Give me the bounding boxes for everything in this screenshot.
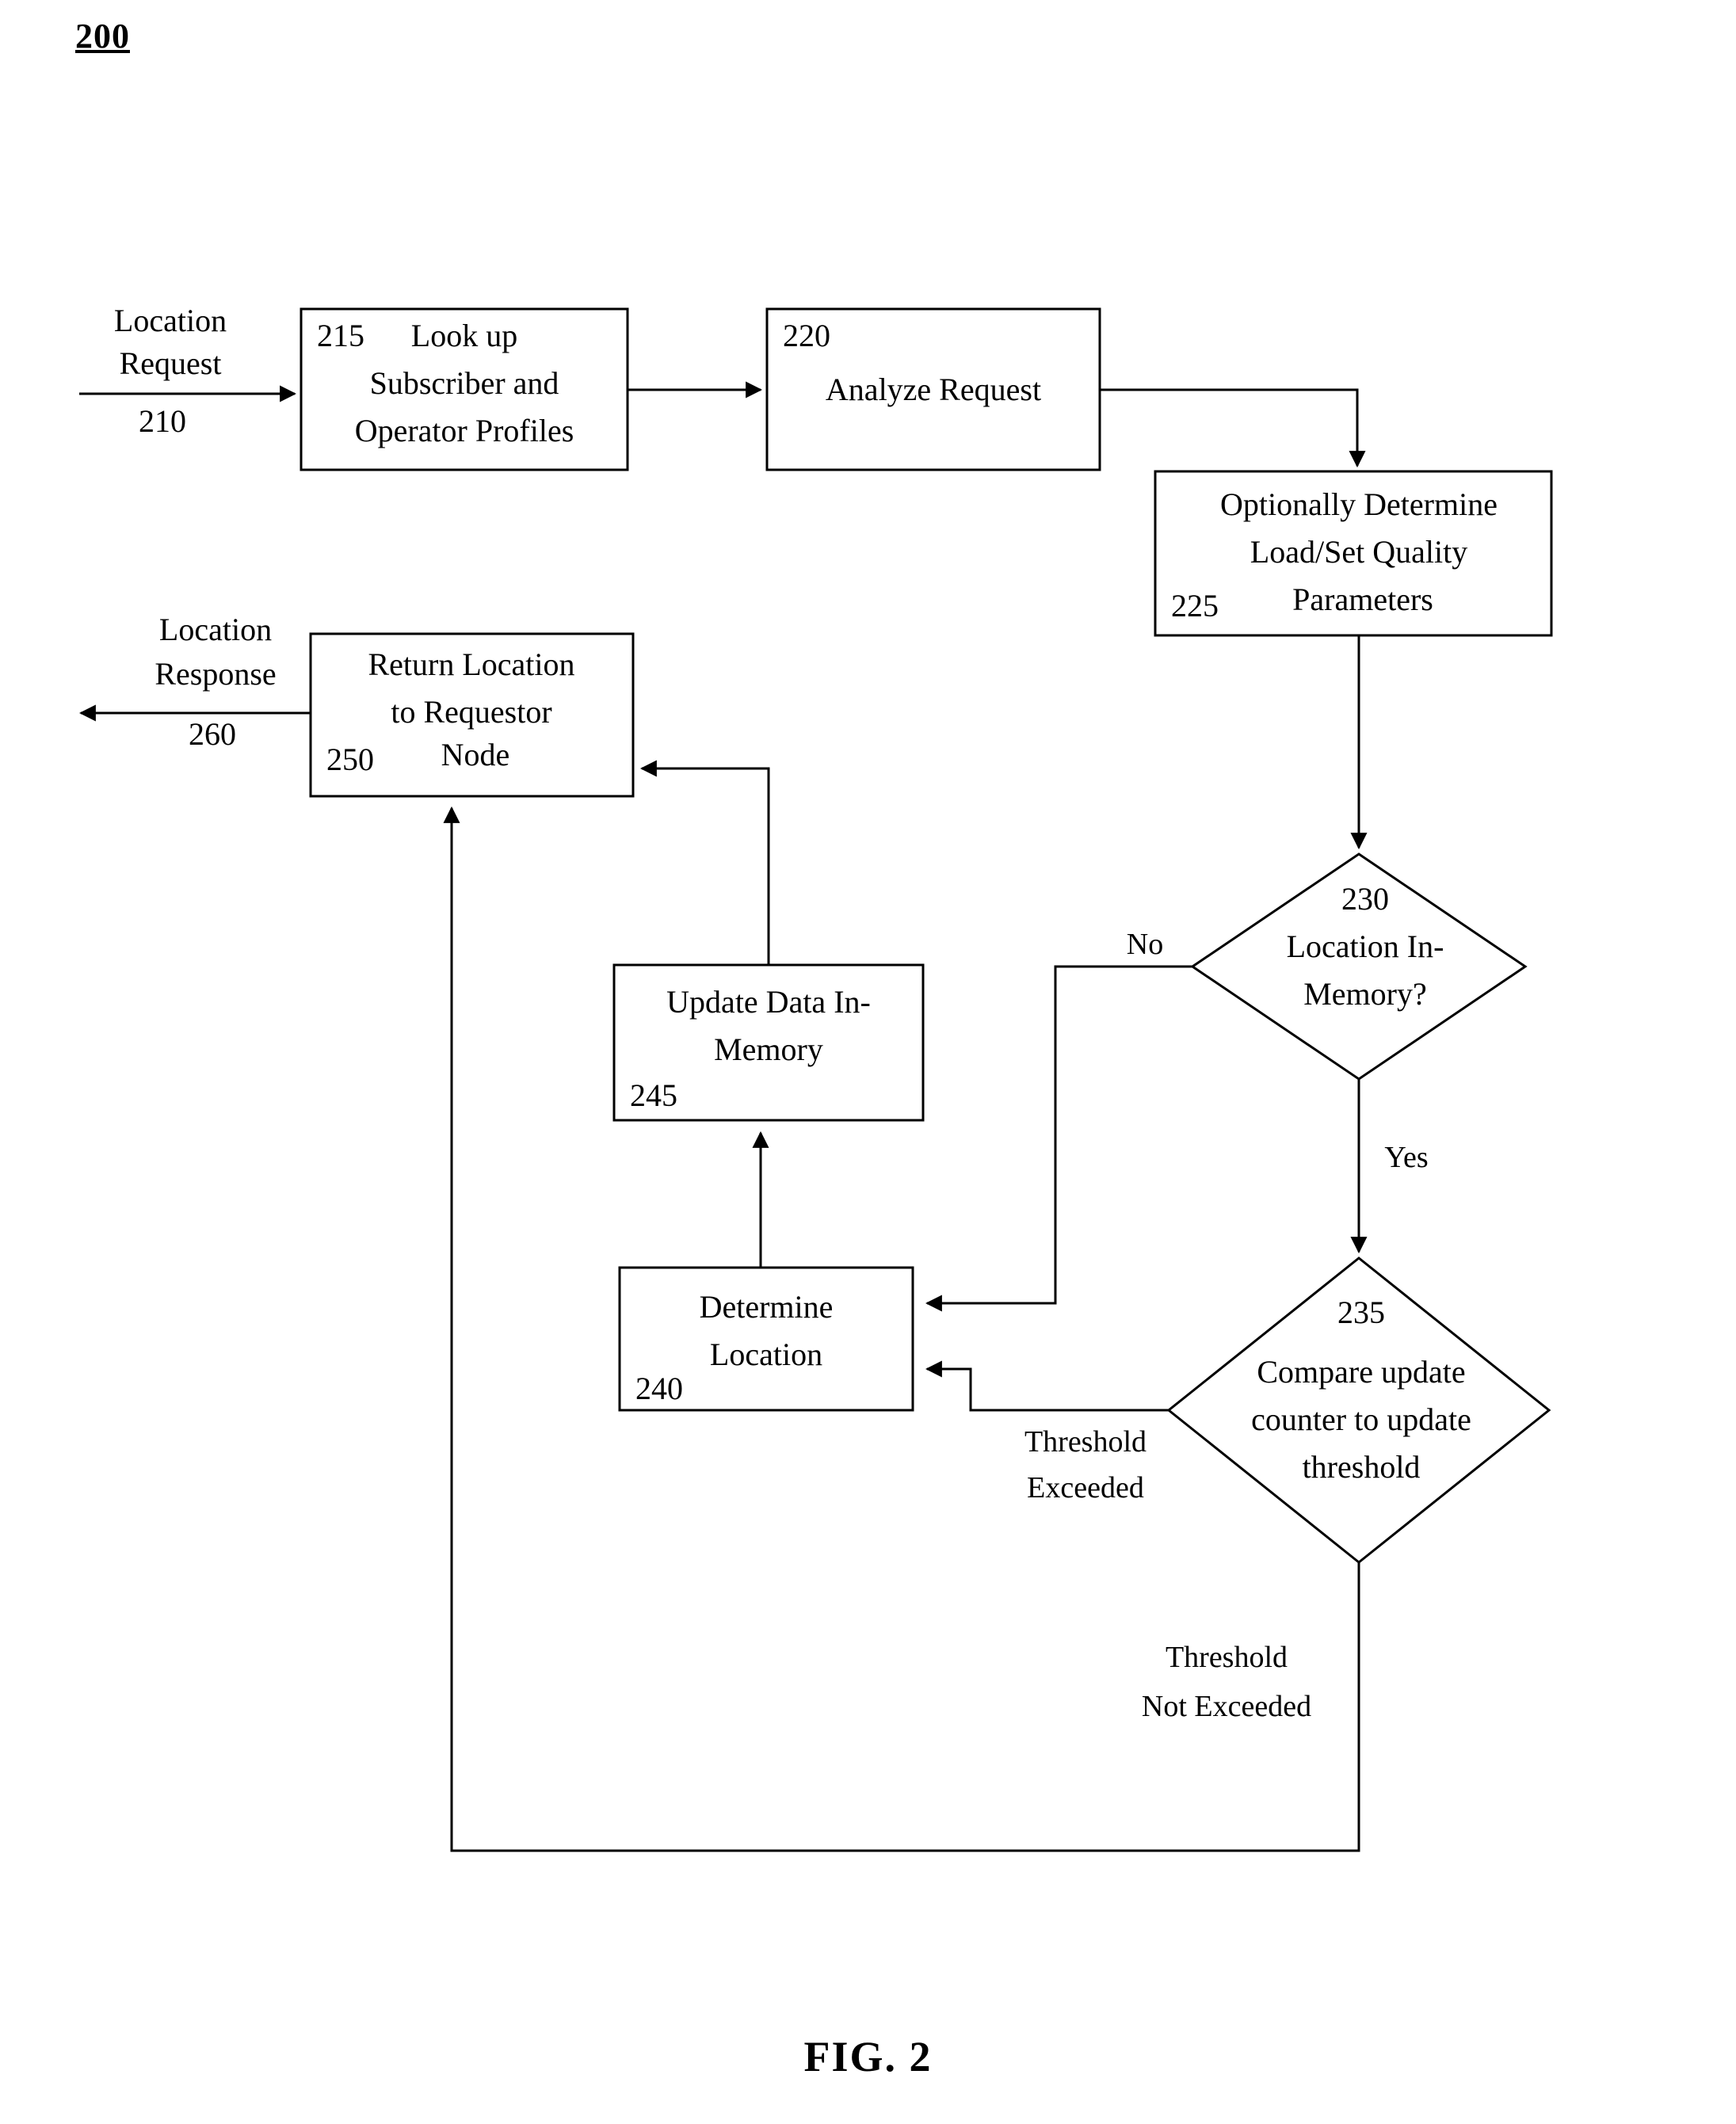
edge-label-threshold-not-exceeded-line2: Not Exceeded xyxy=(1142,1690,1311,1723)
location-response-number: 260 xyxy=(189,716,236,752)
connector-235-threshold-exceeded-to-240 xyxy=(925,1360,1169,1412)
location-request-line1: Location xyxy=(114,303,227,338)
node-240-number: 240 xyxy=(635,1371,683,1406)
node-240-determine-location: Determine Location 240 xyxy=(618,1266,914,1412)
node-250-line3: Node xyxy=(441,737,510,772)
edge-label-no: No xyxy=(1127,928,1163,961)
decision-235-line1: Compare update xyxy=(1257,1354,1465,1390)
decision-235-number: 235 xyxy=(1337,1295,1385,1330)
figure-caption: FIG. 2 xyxy=(803,2033,933,2080)
connector-245-to-250 xyxy=(639,760,770,965)
node-240-line2: Location xyxy=(710,1337,822,1372)
node-225-line1: Optionally Determine xyxy=(1220,486,1498,522)
node-250-number: 250 xyxy=(326,742,374,777)
node-220-number: 220 xyxy=(783,318,830,353)
decision-235-line2: counter to update xyxy=(1251,1401,1471,1437)
node-225-number: 225 xyxy=(1171,588,1219,623)
node-250-return-location: Return Location to Requestor 250 Node xyxy=(309,632,635,798)
node-250-line2: to Requestor xyxy=(391,694,551,730)
node-215-line3: Operator Profiles xyxy=(355,413,574,448)
figure-page: 200 Location Request 210 215 Look up Sub… xyxy=(0,0,1736,2124)
edge-label-threshold-not-exceeded-line1: Threshold xyxy=(1166,1641,1288,1674)
decision-235-compare-update-counter: 235 Compare update counter to update thr… xyxy=(1166,1256,1551,1564)
flowchart-canvas: Location Request 210 215 Look up Subscri… xyxy=(78,303,1553,1852)
node-215-line1: Look up xyxy=(411,318,517,353)
node-245-line2: Memory xyxy=(714,1031,823,1067)
location-response-line2: Response xyxy=(155,656,276,692)
edge-label-threshold-exceeded-line1: Threshold xyxy=(1024,1425,1147,1459)
node-220-analyze-request: 220 Analyze Request xyxy=(765,307,1101,471)
edge-label-threshold-exceeded-line2: Exceeded xyxy=(1027,1471,1144,1504)
node-245-line1: Update Data In- xyxy=(666,984,871,1020)
location-request-line2: Request xyxy=(120,345,222,381)
node-225-line2: Load/Set Quality xyxy=(1250,534,1467,570)
node-215-line2: Subscriber and xyxy=(370,365,559,401)
node-215-number: 215 xyxy=(317,318,364,353)
location-request-label: Location Request 210 xyxy=(114,303,227,439)
node-220-line1: Analyze Request xyxy=(826,372,1041,407)
location-response-label: Location Response 260 xyxy=(155,612,276,752)
location-response-line1: Location xyxy=(159,612,272,647)
node-245-number: 245 xyxy=(630,1077,677,1113)
location-request-number: 210 xyxy=(139,403,186,439)
node-225-line3: Parameters xyxy=(1292,582,1433,617)
decision-230-location-in-memory: 230 Location In- Memory? xyxy=(1190,852,1528,1081)
node-250-line1: Return Location xyxy=(368,646,574,682)
node-215-lookup-profiles: 215 Look up Subscriber and Operator Prof… xyxy=(300,307,629,471)
node-225-quality-parameters: Optionally Determine Load/Set Quality 22… xyxy=(1154,470,1553,637)
connector-220-to-225 xyxy=(1100,388,1366,468)
node-245-update-data-in-memory: Update Data In- Memory 245 xyxy=(612,963,925,1122)
node-240-line1: Determine xyxy=(700,1289,834,1325)
decision-230-line2: Memory? xyxy=(1303,976,1427,1012)
decision-230-number: 230 xyxy=(1341,881,1389,917)
decision-235-line3: threshold xyxy=(1303,1449,1421,1485)
connector-230-no-to-240 xyxy=(925,965,1192,1312)
decision-230-line1: Location In- xyxy=(1287,929,1444,964)
edge-label-yes: Yes xyxy=(1384,1141,1428,1174)
